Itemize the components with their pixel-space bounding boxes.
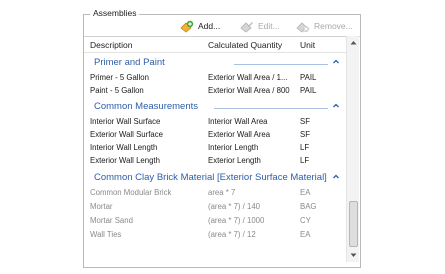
group-title: Common Measurements [94, 101, 203, 112]
table-row[interactable]: Exterior Wall Length Exterior Length LF [84, 154, 346, 168]
group-divider [214, 108, 328, 109]
cell-quantity: (area * 7) / 1000 [208, 216, 265, 225]
remove-icon [296, 20, 310, 33]
table-row[interactable]: Common Modular Brick area * 7 EA [84, 186, 346, 200]
table-row[interactable]: Interior Wall Surface Interior Wall Area… [84, 115, 346, 129]
cell-unit: SF [300, 130, 310, 139]
table-row[interactable]: Exterior Wall Surface Exterior Wall Area… [84, 128, 346, 142]
cell-unit: LF [300, 143, 310, 152]
add-icon [180, 20, 194, 33]
group-title: Primer and Paint [94, 57, 169, 68]
group-common-clay-brick-material[interactable]: Common Clay Brick Material [Exterior Sur… [84, 171, 346, 186]
cell-quantity: Interior Wall Area [208, 117, 268, 126]
cell-description: Paint - 5 Gallon [90, 86, 144, 95]
cell-description: Mortar Sand [90, 216, 133, 225]
cell-unit: EA [300, 188, 311, 197]
table-row[interactable]: Wall Ties (area * 7) / 12 EA [84, 228, 346, 242]
cell-description: Exterior Wall Surface [90, 130, 163, 139]
cell-quantity: Interior Length [208, 143, 259, 152]
cell-description: Mortar [90, 202, 113, 211]
toolbar: Add... Edit... Remove... [84, 16, 360, 36]
cell-description: Primer - 5 Gallon [90, 73, 149, 82]
scroll-thumb[interactable] [349, 201, 358, 247]
group-title: Common Clay Brick Material [Exterior Sur… [94, 172, 331, 183]
edit-button[interactable]: Edit... [240, 19, 280, 33]
column-header: Description Calculated Quantity Unit [84, 37, 346, 53]
table-row[interactable]: Paint - 5 Gallon Exterior Wall Area / 80… [84, 84, 346, 98]
table-row[interactable]: Mortar (area * 7) / 140 BAG [84, 200, 346, 214]
cell-unit: EA [300, 230, 311, 239]
cell-description: Interior Wall Surface [90, 117, 161, 126]
cell-quantity: Exterior Length [208, 156, 261, 165]
cell-quantity: Exterior Wall Area [208, 130, 271, 139]
group-common-measurements[interactable]: Common Measurements [84, 100, 346, 115]
cell-quantity: Exterior Wall Area / 1... [208, 73, 288, 82]
collapse-chevron-icon[interactable] [332, 172, 340, 182]
cell-description: Common Modular Brick [90, 188, 172, 197]
cell-quantity: area * 7 [208, 188, 236, 197]
remove-label: Remove... [314, 21, 353, 31]
cell-description: Interior Wall Length [90, 143, 158, 152]
vertical-scrollbar[interactable] [346, 36, 359, 262]
cell-unit: PAIL [300, 73, 317, 82]
remove-button[interactable]: Remove... [296, 19, 353, 33]
cell-unit: BAG [300, 202, 317, 211]
cell-unit: LF [300, 156, 310, 165]
cell-unit: CY [300, 216, 311, 225]
table-row[interactable]: Primer - 5 Gallon Exterior Wall Area / 1… [84, 71, 346, 85]
collapse-chevron-icon[interactable] [332, 101, 340, 111]
group-primer-and-paint[interactable]: Primer and Paint [84, 56, 346, 71]
column-description[interactable]: Description [90, 40, 133, 50]
column-unit[interactable]: Unit [300, 40, 315, 50]
group-divider [234, 64, 328, 65]
add-label: Add... [198, 21, 221, 31]
edit-icon [240, 20, 254, 33]
edit-label: Edit... [258, 21, 280, 31]
table-row[interactable]: Interior Wall Length Interior Length LF [84, 141, 346, 155]
cell-description: Exterior Wall Length [90, 156, 160, 165]
cell-description: Wall Ties [90, 230, 122, 239]
column-quantity[interactable]: Calculated Quantity [208, 40, 282, 50]
table-row[interactable]: Mortar Sand (area * 7) / 1000 CY [84, 214, 346, 228]
cell-quantity: Exterior Wall Area / 800 [208, 86, 290, 95]
collapse-chevron-icon[interactable] [332, 57, 340, 67]
cell-quantity: (area * 7) / 140 [208, 202, 261, 211]
cell-quantity: (area * 7) / 12 [208, 230, 256, 239]
add-button[interactable]: Add... [180, 19, 220, 33]
assemblies-list: Description Calculated Quantity Unit Pri… [84, 36, 360, 262]
scroll-up-icon[interactable] [347, 36, 360, 49]
scroll-down-icon[interactable] [347, 249, 360, 262]
cell-unit: PAIL [300, 86, 317, 95]
cell-unit: SF [300, 117, 310, 126]
